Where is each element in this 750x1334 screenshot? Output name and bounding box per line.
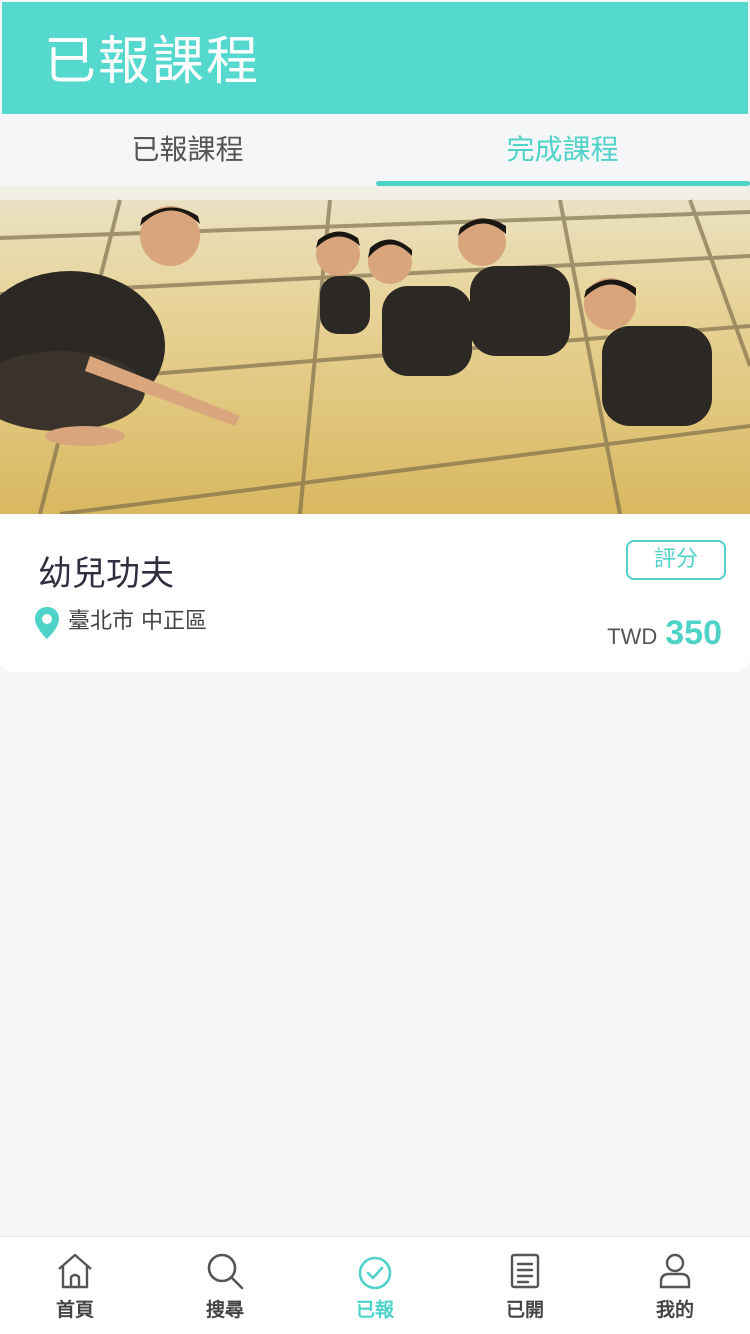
home-icon	[58, 1253, 92, 1289]
location-pin-icon	[35, 607, 59, 639]
nav-label: 首頁	[55, 1299, 94, 1321]
nav-registered[interactable]: 已報	[300, 1237, 450, 1334]
search-icon	[207, 1253, 244, 1290]
app-header: 已報課程	[2, 2, 748, 114]
tab-completed-courses[interactable]: 完成課程	[375, 114, 750, 186]
nav-label: 搜尋	[205, 1299, 244, 1321]
price-currency: TWD	[607, 624, 658, 649]
nav-label: 已報	[355, 1299, 394, 1321]
check-circle-icon	[358, 1256, 392, 1290]
tab-registered-courses[interactable]: 已報課程	[0, 114, 375, 186]
course-title: 幼兒功夫	[38, 554, 174, 594]
nav-label: 已開	[505, 1299, 544, 1321]
nav-home[interactable]: 首頁	[0, 1237, 150, 1334]
tab-bar: 已報課程 完成課程	[0, 114, 750, 186]
location-text: 臺北市 中正區	[68, 609, 207, 634]
rate-button[interactable]: 評分	[626, 540, 726, 580]
price: TWD 350	[607, 614, 722, 658]
page-title: 已報課程	[44, 32, 261, 92]
nav-label: 我的	[655, 1299, 694, 1321]
course-photo	[0, 186, 750, 514]
bottom-navigation: 首頁 搜尋 已報 已開 我的	[0, 1236, 750, 1334]
course-card[interactable]: 幼兒功夫 臺北市 中正區 評分 TWD 350	[0, 186, 750, 672]
nav-search[interactable]: 搜尋	[150, 1237, 300, 1334]
user-icon	[659, 1253, 691, 1289]
price-amount: 350	[665, 614, 722, 652]
nav-profile[interactable]: 我的	[600, 1237, 750, 1334]
nav-opened[interactable]: 已開	[450, 1237, 600, 1334]
document-icon	[510, 1253, 540, 1289]
